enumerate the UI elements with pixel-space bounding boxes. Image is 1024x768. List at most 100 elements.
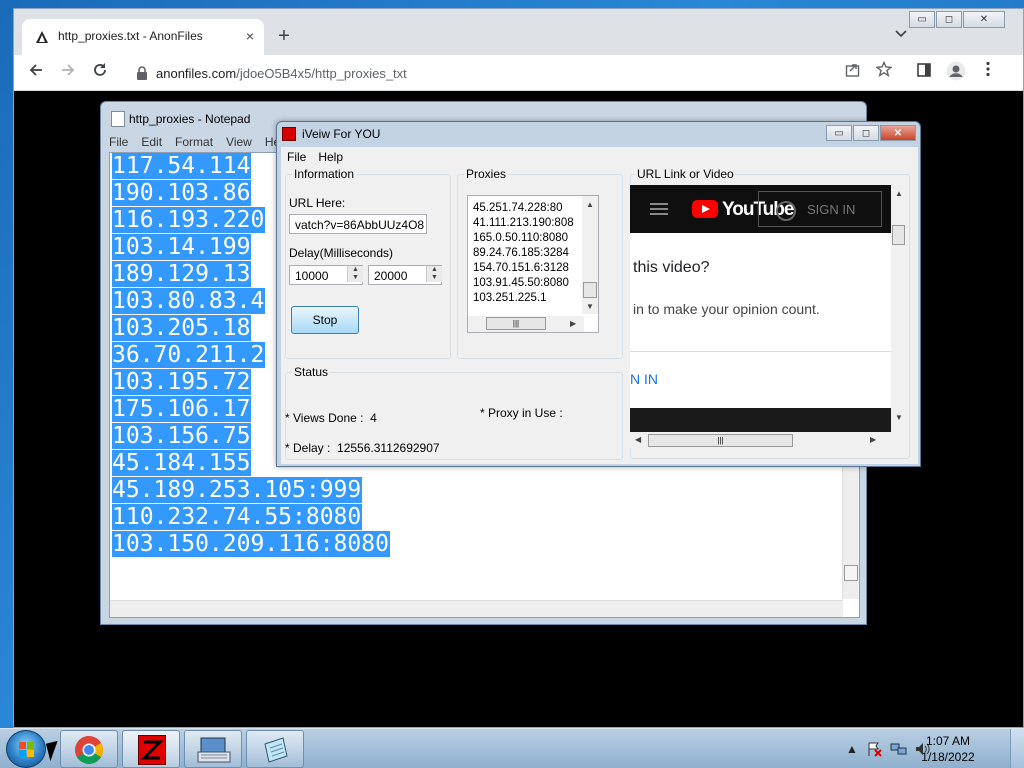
notepad-menu-view[interactable]: View — [226, 132, 252, 152]
back-button[interactable] — [24, 61, 48, 85]
tab-close-icon[interactable]: × — [240, 26, 260, 46]
reload-button[interactable] — [88, 61, 112, 85]
text-line: 45.189.253.105:999 — [112, 477, 363, 503]
show-hidden-icon[interactable]: ▲ — [844, 741, 860, 757]
iview-menu-file[interactable]: File — [287, 149, 306, 165]
anonfiles-favicon-icon — [36, 31, 48, 43]
new-tab-button[interactable]: + — [272, 25, 296, 49]
notepad-menubar: File Edit Format View Help — [109, 132, 290, 152]
notepad-menu-file[interactable]: File — [109, 132, 128, 152]
taskbar-on-screen-keyboard[interactable] — [184, 730, 242, 768]
scroll-right-icon[interactable]: ▶ — [870, 435, 876, 444]
scroll-left-icon[interactable]: ◀ — [635, 435, 641, 444]
show-desktop-button[interactable] — [1010, 729, 1024, 768]
scroll-right-icon[interactable]: ▶ — [570, 319, 576, 328]
iview-minimize-button[interactable]: ▭ — [826, 125, 852, 141]
windows-logo-icon — [19, 742, 35, 758]
webview-horizontal-scrollbar[interactable]: ◀ ||| ▶ — [630, 432, 891, 448]
taskbar-iview[interactable] — [122, 730, 180, 768]
dialog-divider — [630, 351, 891, 352]
keyboard-icon — [197, 737, 231, 763]
iview-menubar: File Help — [287, 149, 355, 165]
url-label: URL Here: — [289, 196, 346, 210]
delay-max-spinner[interactable]: ▲ ▼ — [426, 266, 442, 282]
arrow-right-icon — [62, 64, 75, 76]
text-line: 110.232.74.55:8080 — [112, 504, 363, 530]
dialog-sign-in-link[interactable]: N IN — [630, 371, 658, 387]
spin-up-icon[interactable]: ▲ — [348, 266, 363, 274]
scroll-down-icon[interactable]: ▼ — [586, 302, 594, 311]
list-item[interactable]: 154.70.151.6:3128 — [473, 262, 569, 274]
notepad-menu-format[interactable]: Format — [175, 132, 213, 152]
delay-label: Delay(Milliseconds) — [289, 246, 394, 260]
proxies-hscroll-thumb[interactable]: ||| — [486, 317, 546, 330]
chrome-icon — [75, 736, 103, 764]
hamburger-menu-icon[interactable] — [650, 203, 668, 215]
views-done-value: 4 — [370, 411, 377, 425]
taskbar-chrome[interactable] — [60, 730, 118, 768]
spin-down-icon[interactable]: ▼ — [348, 274, 363, 282]
notepad-scroll-thumb[interactable] — [844, 565, 858, 581]
list-item[interactable]: 41.111.213.190:808 — [473, 217, 574, 229]
maximize-button[interactable]: ◻ — [936, 11, 962, 28]
share-icon[interactable] — [840, 61, 864, 85]
action-center-flag-icon[interactable] — [866, 741, 882, 757]
notepad-horizontal-scrollbar[interactable] — [110, 600, 843, 617]
stop-button[interactable]: Stop — [291, 306, 359, 334]
spin-down-icon[interactable]: ▼ — [427, 274, 442, 282]
profile-avatar-icon[interactable] — [944, 61, 968, 85]
system-clock[interactable]: 1:07 AM 1/18/2022 — [918, 733, 978, 765]
list-item[interactable]: 45.251.74.228:80 — [473, 202, 563, 214]
delay-status-value: 12556.3112692907 — [337, 441, 440, 455]
list-item[interactable]: 89.24.76.185:3284 — [473, 247, 569, 259]
url-text: anonfiles.com/jdoeO5B4x5/http_proxies_tx… — [156, 66, 407, 81]
iview-window: iVeiw For YOU ▭ ◻ ✕ File Help Informatio… — [276, 121, 921, 467]
list-item[interactable]: 165.0.50.110:8080 — [473, 232, 568, 244]
close-window-button[interactable]: ✕ — [963, 11, 1005, 28]
proxies-scroll-thumb[interactable] — [583, 282, 597, 298]
webview-vertical-scrollbar[interactable]: ▲ ▼ — [891, 185, 906, 425]
youtube-logo-icon — [692, 200, 718, 218]
forward-button[interactable] — [56, 61, 80, 85]
browser-toolbar: anonfiles.com/jdoeO5B4x5/http_proxies_tx… — [14, 55, 1023, 91]
network-icon[interactable] — [890, 741, 907, 757]
tab-strip: http_proxies.txt - AnonFiles × + ▭ ◻ ✕ — [14, 9, 1023, 55]
proxies-vertical-scrollbar[interactable]: ▲ ▼ — [582, 196, 598, 314]
dialog-subtext: in to make your opinion count. — [633, 301, 820, 317]
iview-menu-help[interactable]: Help — [318, 149, 343, 165]
list-item[interactable]: 103.91.45.50:8080 — [473, 277, 569, 289]
side-panel-icon[interactable] — [912, 61, 936, 85]
scroll-up-icon[interactable]: ▲ — [586, 200, 594, 209]
start-button[interactable] — [6, 730, 46, 768]
proxies-horizontal-scrollbar[interactable]: ||| ▶ — [468, 316, 584, 332]
spin-up-icon[interactable]: ▲ — [427, 266, 442, 274]
views-done-label: * Views Done : 4 — [285, 411, 377, 425]
iview-close-button[interactable]: ✕ — [880, 125, 916, 141]
taskbar-notepad[interactable] — [246, 730, 304, 768]
scroll-down-icon[interactable]: ▼ — [895, 413, 903, 422]
information-label: Information — [292, 167, 357, 181]
tab-anonfiles[interactable]: http_proxies.txt - AnonFiles × — [22, 19, 264, 55]
notepad-title: http_proxies - Notepad — [129, 112, 251, 126]
webview-scroll-thumb[interactable] — [892, 225, 905, 245]
notepad-icon — [111, 111, 125, 127]
delay-min-spinner[interactable]: ▲ ▼ — [347, 266, 363, 282]
url-input[interactable]: vatch?v=86AbbUUz4O8 — [289, 214, 427, 234]
list-item[interactable]: 103.251.225.1 — [473, 292, 547, 304]
address-bar[interactable]: anonfiles.com/jdoeO5B4x5/http_proxies_tx… — [126, 58, 896, 88]
scroll-up-icon[interactable]: ▲ — [895, 189, 903, 198]
kebab-menu-icon[interactable] — [976, 61, 1000, 85]
embedded-web-view[interactable]: YouTube SIGN IN this video? in to make y… — [630, 185, 891, 445]
delay-status-label: * Delay : 12556.3112692907 — [285, 441, 440, 455]
iview-client-area: File Help Information URL Here: vatch?v=… — [281, 147, 918, 464]
reload-icon — [94, 63, 106, 76]
tab-search-icon[interactable] — [891, 27, 911, 47]
bookmark-star-icon[interactable] — [872, 60, 896, 85]
notepad-menu-edit[interactable]: Edit — [141, 132, 162, 152]
minimize-button[interactable]: ▭ — [909, 11, 935, 28]
iview-maximize-button[interactable]: ◻ — [853, 125, 879, 141]
proxies-list[interactable]: 45.251.74.228:80 41.111.213.190:808 165.… — [467, 195, 599, 333]
webview-hscroll-thumb[interactable]: ||| — [648, 434, 793, 447]
url-view-label: URL Link or Video — [635, 167, 736, 181]
iview-title: iVeiw For YOU — [302, 127, 381, 141]
